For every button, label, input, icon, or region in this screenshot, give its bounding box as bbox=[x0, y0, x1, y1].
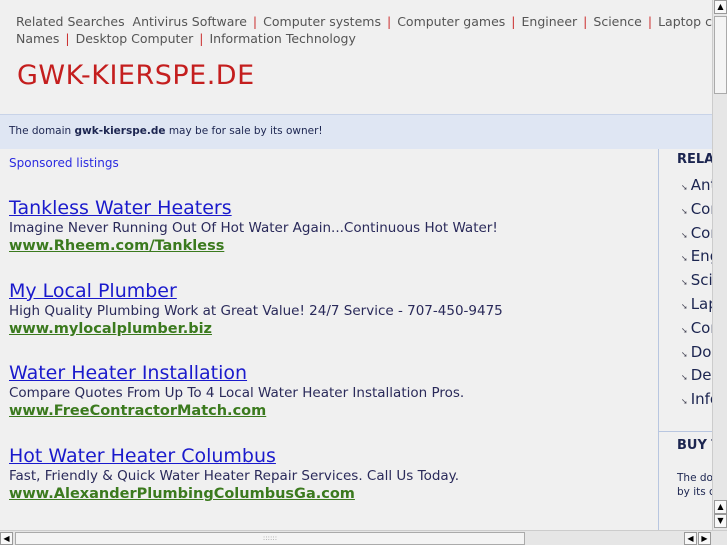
scroll-left-arrow-icon[interactable]: ◀ bbox=[684, 532, 697, 545]
ad-description: Imagine Never Running Out Of Hot Water A… bbox=[9, 220, 498, 236]
sidebar-item-label[interactable]: Cor bbox=[691, 224, 712, 242]
sidebar-item-label[interactable]: Cor bbox=[691, 200, 712, 218]
scroll-left-arrow-icon[interactable]: ◀ bbox=[0, 532, 13, 545]
horizontal-scroll-thumb[interactable]: :::::: bbox=[15, 532, 525, 545]
sidebar-item[interactable]: ➘Eng bbox=[681, 246, 712, 270]
separator: | bbox=[65, 31, 70, 46]
buy-heading: BUY T bbox=[677, 437, 712, 453]
sidebar-item[interactable]: ➘Des bbox=[681, 365, 712, 389]
arrow-bullet-icon: ➘ bbox=[681, 183, 688, 192]
related-search-link[interactable]: Science bbox=[593, 14, 641, 29]
related-search-link[interactable]: Antivirus Software bbox=[133, 14, 247, 29]
ad-description: High Quality Plumbing Work at Great Valu… bbox=[9, 302, 503, 319]
for-sale-banner: The domain gwk-kierspe.de may be for sal… bbox=[0, 114, 712, 149]
related-search-link[interactable]: Laptop computer bbox=[658, 14, 716, 29]
ad-listing: My Local Plumber High Quality Plumbing Wo… bbox=[9, 280, 649, 338]
arrow-bullet-icon: ➘ bbox=[681, 301, 688, 311]
ad-listing: Hot Water Heater Columbus Fast, Friendly … bbox=[9, 445, 649, 503]
related-search-link[interactable]: Computer systems bbox=[263, 14, 381, 29]
scroll-right-arrow-icon[interactable]: ▶ bbox=[698, 532, 711, 545]
sidebar-item[interactable]: ➘Cor bbox=[681, 318, 712, 342]
ad-title-link[interactable]: Water Heater Installation bbox=[9, 362, 649, 384]
horizontal-scrollbar[interactable]: ◀ :::::: ◀ ▶ bbox=[0, 530, 727, 545]
related-search-link[interactable]: Information Technology bbox=[210, 31, 356, 46]
sidebar-heading: RELA bbox=[677, 152, 712, 167]
separator: | bbox=[583, 14, 588, 29]
ad-url-link[interactable]: www.Rheem.com/Tankless bbox=[9, 237, 649, 255]
sidebar-item[interactable]: ➘Ant bbox=[681, 175, 712, 199]
sidebar-item-label[interactable]: Dor bbox=[691, 343, 712, 361]
arrow-bullet-icon: ➘ bbox=[681, 254, 688, 264]
sidebar-item[interactable]: ➘Cor bbox=[681, 223, 712, 247]
separator: | bbox=[386, 14, 392, 29]
arrow-bullet-icon: ➘ bbox=[681, 325, 688, 335]
sidebar-item[interactable]: ➘Cor bbox=[681, 199, 712, 223]
separator: | bbox=[199, 31, 204, 46]
sidebar-item-label[interactable]: Cor bbox=[691, 319, 712, 337]
sidebar-item-label[interactable]: Lap bbox=[691, 295, 712, 313]
buy-text: The do by its c bbox=[677, 471, 712, 499]
related-searches-label: Related Searches bbox=[16, 14, 125, 29]
ad-description: Fast, Friendly & Quick Water Heater Repa… bbox=[9, 468, 460, 485]
scroll-down-arrow-icon[interactable]: ▼ bbox=[714, 514, 727, 528]
ad-listing: Water Heater Installation Compare Quotes … bbox=[9, 362, 649, 420]
arrow-bullet-icon: ➘ bbox=[681, 206, 688, 216]
arrow-bullet-icon: ➘ bbox=[681, 278, 688, 288]
buy-text-line2: by its c bbox=[677, 485, 712, 498]
scroll-up-arrow-icon[interactable]: ▲ bbox=[714, 500, 727, 514]
ad-url-link[interactable]: www.AlexanderPlumbingColumbusGa.com bbox=[9, 485, 649, 503]
sidebar-item-label[interactable]: Info bbox=[691, 390, 712, 408]
separator: | bbox=[252, 14, 258, 29]
related-search-link[interactable]: Engineer bbox=[522, 14, 578, 29]
ad-listing: Tankless Water Heaters Imagine Never Runn… bbox=[9, 197, 649, 255]
ad-title-link[interactable]: Tankless Water Heaters bbox=[9, 197, 649, 219]
ad-title-link[interactable]: Hot Water Heater Columbus bbox=[9, 445, 649, 467]
banner-prefix: The domain bbox=[9, 125, 75, 137]
arrow-bullet-icon: ➘ bbox=[681, 397, 688, 407]
separator: | bbox=[647, 14, 653, 29]
site-title: GWK-KIERSPE.DE bbox=[17, 60, 255, 91]
ad-title-link[interactable]: My Local Plumber bbox=[9, 280, 649, 302]
arrow-bullet-icon: ➘ bbox=[681, 349, 688, 359]
sidebar-item[interactable]: ➘Lap bbox=[681, 294, 712, 318]
banner-domain: gwk-kierspe.de bbox=[74, 125, 166, 137]
sidebar-item-label[interactable]: Ant bbox=[691, 176, 712, 194]
related-search-link[interactable]: Computer games bbox=[397, 14, 505, 29]
sponsored-listings-link[interactable]: Sponsored listings bbox=[9, 156, 119, 170]
ad-url-link[interactable]: www.mylocalplumber.biz bbox=[9, 320, 649, 338]
scroll-up-arrow-icon[interactable]: ▲ bbox=[714, 0, 727, 14]
sidebar-item[interactable]: ➘Scie bbox=[681, 270, 712, 294]
ad-description: Compare Quotes From Up To 4 Local Water … bbox=[9, 385, 465, 402]
arrow-bullet-icon: ➘ bbox=[681, 230, 688, 240]
separator: | bbox=[511, 14, 516, 29]
sidebar-item[interactable]: ➘Dor bbox=[681, 342, 712, 366]
related-search-link[interactable]: Desktop Computer bbox=[76, 31, 194, 46]
banner-suffix: may be for sale by its owner! bbox=[165, 125, 323, 137]
related-searches: Related Searches Antivirus Software | Comp… bbox=[16, 13, 716, 47]
arrow-bullet-icon: ➘ bbox=[681, 373, 688, 383]
related-search-link[interactable]: Names bbox=[16, 31, 59, 46]
sidebar: RELA ➘Ant➘Cor➘Cor➘Eng➘Scie➘Lap➘Cor➘Dor➘D… bbox=[658, 149, 712, 530]
vertical-scrollbar[interactable]: ▲ ▲ ▼ bbox=[712, 0, 727, 530]
sidebar-item-label[interactable]: Eng bbox=[691, 247, 712, 265]
buy-text-line1: The do bbox=[677, 471, 712, 484]
sidebar-item[interactable]: ➘Info bbox=[681, 389, 712, 413]
ad-url-link[interactable]: www.FreeContractorMatch.com bbox=[9, 402, 649, 420]
vertical-scroll-thumb[interactable] bbox=[714, 16, 727, 94]
sidebar-item-label[interactable]: Des bbox=[691, 366, 712, 384]
sidebar-item-label[interactable]: Scie bbox=[691, 271, 712, 289]
sidebar-divider bbox=[659, 430, 712, 432]
